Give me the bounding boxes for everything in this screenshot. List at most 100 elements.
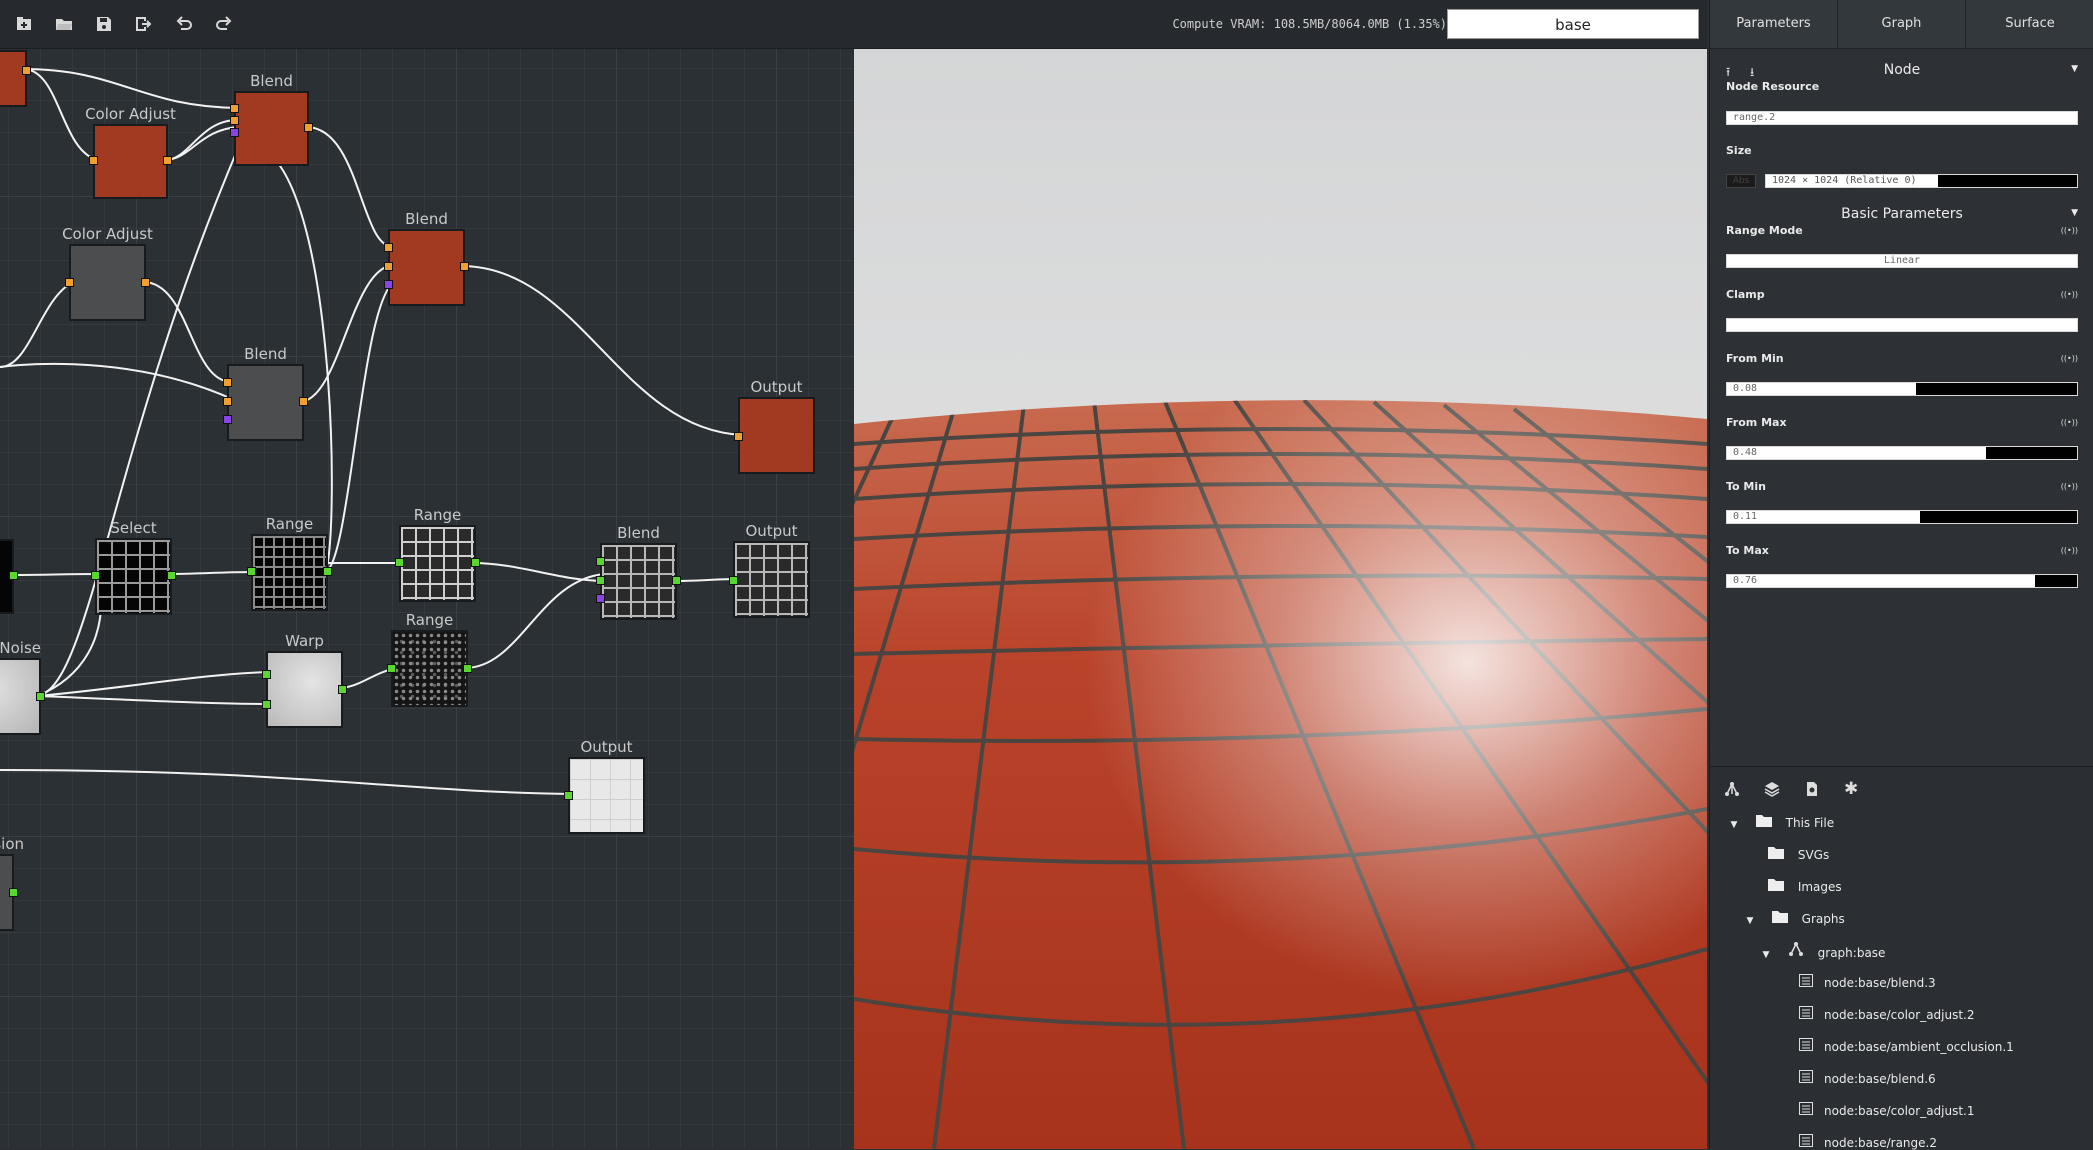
expose-param-icon[interactable]: ((•)) [2061, 482, 2078, 491]
input-port[interactable] [230, 104, 239, 113]
input-port[interactable] [395, 558, 404, 567]
node-partial-left[interactable] [0, 539, 18, 614]
output-port[interactable] [672, 576, 681, 585]
output-port[interactable] [22, 66, 31, 75]
node-graph-canvas[interactable]: Blend Color Adjust Color Adjust Blend Bl… [0, 49, 854, 1149]
expose-param-icon[interactable]: ((•)) [2061, 354, 2078, 363]
tree-this-file[interactable]: ▼ This File [1726, 813, 1834, 833]
node-select[interactable]: Select [91, 519, 176, 615]
input-port[interactable] [384, 262, 393, 271]
param-field[interactable]: 0.48 [1726, 446, 2078, 460]
mask-port[interactable] [223, 415, 232, 424]
input-port[interactable] [65, 278, 74, 287]
tree-node-item[interactable]: node:base/color_adjust.1 [1798, 1101, 1975, 1121]
undo-icon[interactable] [171, 12, 197, 36]
input-port[interactable] [89, 156, 98, 165]
size-field[interactable]: 1024 × 1024 (Relative 0) [1765, 174, 2078, 188]
mask-port[interactable] [230, 128, 239, 137]
input-port[interactable] [223, 397, 232, 406]
input-port[interactable] [387, 664, 396, 673]
mask-port[interactable] [596, 594, 605, 603]
tree-graph-base[interactable]: ▼ graph:base [1758, 941, 1885, 961]
graph-name-field[interactable]: base [1447, 9, 1699, 39]
node-occlusion[interactable]: lusion [0, 835, 24, 931]
input-port[interactable] [262, 670, 271, 679]
expose-param-icon[interactable]: ((•)) [2061, 546, 2078, 555]
node-output-c[interactable]: Output [564, 738, 645, 834]
output-port[interactable] [9, 571, 18, 580]
3d-preview-viewport[interactable] [854, 49, 1707, 1149]
node-color-adjust-a[interactable]: Color Adjust [85, 105, 176, 199]
output-port[interactable] [471, 558, 480, 567]
node-range-c[interactable]: Range [387, 611, 472, 707]
tab-graph[interactable]: Graph [1838, 0, 1966, 49]
input-port[interactable] [223, 378, 232, 387]
param-field[interactable]: 0.76 [1726, 574, 2078, 588]
node-partial-top[interactable] [0, 50, 31, 107]
redo-icon[interactable] [211, 12, 237, 36]
open-folder-icon[interactable] [51, 12, 77, 36]
node-output-b[interactable]: Output [729, 522, 810, 618]
node-resource-field[interactable]: range.2 [1726, 111, 2078, 125]
tree-images[interactable]: Images [1768, 877, 1842, 897]
input-port[interactable] [729, 576, 738, 585]
output-port[interactable] [9, 888, 18, 897]
tree-node-item[interactable]: node:base/blend.6 [1798, 1069, 1936, 1089]
tab-parameters[interactable]: Parameters [1710, 0, 1838, 49]
expose-param-icon[interactable]: ((•)) [2061, 418, 2078, 427]
output-port[interactable] [163, 156, 172, 165]
input-port[interactable] [734, 432, 743, 441]
node-output-a[interactable]: Output [734, 378, 815, 474]
input-port[interactable] [230, 116, 239, 125]
input-port[interactable] [596, 576, 605, 585]
node-blend-a[interactable]: Blend [230, 72, 313, 166]
node-warp[interactable]: Warp [262, 632, 347, 728]
input-port[interactable] [564, 791, 573, 800]
output-port[interactable] [141, 278, 150, 287]
node-noise[interactable]: Noise [0, 639, 45, 735]
output-port[interactable] [299, 397, 308, 406]
output-port[interactable] [167, 571, 176, 580]
node-range-b[interactable]: Range [395, 506, 480, 602]
input-port[interactable] [262, 700, 271, 709]
node-range-a[interactable]: Range [247, 515, 332, 611]
save-icon[interactable] [91, 12, 117, 36]
input-port[interactable] [247, 567, 256, 576]
param-field[interactable]: Linear [1726, 254, 2078, 268]
expose-param-icon[interactable]: ((•)) [2061, 226, 2078, 235]
size-abs-toggle[interactable]: Abs [1726, 174, 1756, 188]
output-port[interactable] [304, 123, 313, 132]
output-port[interactable] [323, 567, 332, 576]
param-field[interactable]: 0.08 [1726, 382, 2078, 396]
output-port[interactable] [463, 664, 472, 673]
layers-icon[interactable] [1764, 781, 1780, 801]
param-field[interactable] [1726, 318, 2078, 332]
expose-param-icon[interactable]: ((•)) [2061, 290, 2078, 299]
tree-node-item[interactable]: node:base/range.2 [1798, 1133, 1937, 1150]
graph-icon[interactable] [1724, 781, 1740, 801]
node-blend-c[interactable]: Blend [223, 345, 308, 441]
node-section-header[interactable]: Node ▼ [1726, 62, 2078, 78]
basic-parameters-header[interactable]: Basic Parameters ▼ [1726, 206, 2078, 222]
node-blend-d[interactable]: Blend [596, 524, 681, 620]
tree-node-item[interactable]: node:base/color_adjust.2 [1798, 1005, 1975, 1025]
export-icon[interactable] [131, 12, 157, 36]
input-port[interactable] [91, 571, 100, 580]
tree-graphs[interactable]: ▼ Graphs [1742, 909, 1845, 929]
output-port[interactable] [36, 692, 45, 701]
output-port[interactable] [460, 262, 469, 271]
file-icon[interactable] [1804, 781, 1820, 801]
node-color-adjust-b[interactable]: Color Adjust [62, 225, 153, 321]
input-port[interactable] [384, 243, 393, 252]
node-blend-b[interactable]: Blend [384, 210, 469, 306]
tab-surface[interactable]: Surface [1966, 0, 2093, 49]
tree-node-item[interactable]: node:base/blend.3 [1798, 973, 1936, 993]
output-port[interactable] [338, 685, 347, 694]
param-field[interactable]: 0.11 [1726, 510, 2078, 524]
tree-node-item[interactable]: node:base/ambient_occlusion.1 [1798, 1037, 2014, 1057]
mask-port[interactable] [384, 280, 393, 289]
asterisk-icon[interactable]: ✱ [1844, 779, 1858, 799]
new-file-icon[interactable] [11, 12, 37, 36]
tree-svgs[interactable]: SVGs [1768, 845, 1829, 865]
input-port[interactable] [596, 557, 605, 566]
